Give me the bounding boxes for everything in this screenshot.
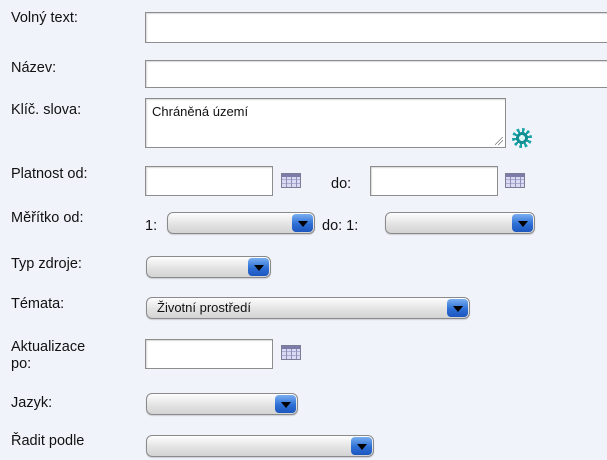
topics-value: Životní prostředí: [157, 300, 251, 315]
chevron-down-icon: [275, 395, 296, 413]
resource-type-label: Typ zdroje:: [11, 256, 82, 272]
language-select[interactable]: [146, 393, 298, 415]
chevron-down-icon: [248, 258, 269, 276]
scale-to-prefix: do: 1:: [322, 218, 359, 234]
gear-icon[interactable]: [512, 128, 532, 148]
validity-to-label: do:: [331, 176, 352, 192]
chevron-down-icon: [351, 437, 372, 455]
keywords-value: Chráněná území: [152, 104, 249, 119]
sort-by-label: Řadit podle: [11, 433, 85, 449]
updated-after-label: Aktualizace po:: [11, 339, 86, 372]
scale-from-label: Měřítko od:: [11, 210, 84, 226]
resize-grip-icon[interactable]: [495, 137, 503, 145]
topics-label: Témata:: [11, 296, 65, 312]
chevron-down-icon: [292, 214, 313, 232]
keywords-label: Klíč. slova:: [11, 102, 82, 118]
calendar-icon[interactable]: [281, 173, 301, 188]
resource-type-select[interactable]: [146, 256, 271, 278]
calendar-icon[interactable]: [281, 345, 301, 360]
validity-to-input[interactable]: [370, 166, 498, 196]
validity-from-label: Platnost od:: [11, 166, 88, 182]
keywords-textarea[interactable]: Chráněná území: [145, 98, 506, 148]
calendar-icon[interactable]: [505, 173, 525, 188]
language-label: Jazyk:: [11, 395, 53, 411]
updated-after-input[interactable]: [145, 339, 273, 369]
validity-from-input[interactable]: [145, 166, 273, 196]
free-text-input[interactable]: [145, 12, 607, 43]
scale-from-select[interactable]: [167, 212, 315, 234]
chevron-down-icon: [512, 214, 533, 232]
scale-from-prefix: 1:: [145, 218, 158, 234]
topics-select[interactable]: Životní prostředí: [146, 297, 470, 319]
free-text-label: Volný text:: [11, 10, 78, 26]
name-label: Název:: [11, 60, 57, 76]
scale-to-select[interactable]: [385, 212, 535, 234]
name-input[interactable]: [145, 60, 607, 88]
chevron-down-icon: [447, 299, 468, 317]
sort-by-select[interactable]: [146, 435, 374, 457]
